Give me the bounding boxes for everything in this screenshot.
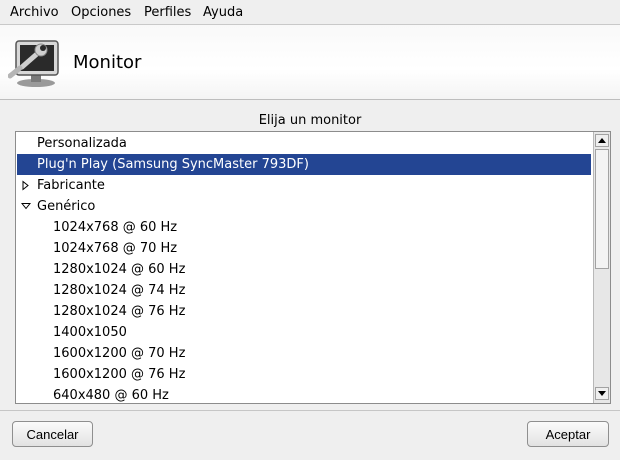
list-item[interactable]: 640x480 @ 60 Hz	[17, 385, 591, 403]
list-item[interactable]: 1600x1200 @ 70 Hz	[17, 343, 591, 364]
monitor-list[interactable]: Personalizada Plug'n Play (Samsung SyncM…	[15, 131, 611, 404]
list-item-label: 1024x768 @ 70 Hz	[53, 241, 178, 256]
list-item[interactable]: Personalizada	[17, 133, 591, 154]
page-title: Monitor	[73, 52, 142, 73]
list-item-label: 1280x1024 @ 74 Hz	[53, 283, 186, 298]
arrow-down-icon	[598, 391, 606, 396]
list-item[interactable]: 1024x768 @ 70 Hz	[17, 238, 591, 259]
menu-opciones[interactable]: Opciones	[71, 4, 131, 21]
menu-bar: Archivo Opciones Perfiles Ayuda	[0, 0, 620, 25]
list-item-label: 1280x1024 @ 60 Hz	[53, 262, 186, 277]
scrollbar-thumb[interactable]	[595, 149, 609, 269]
list-item[interactable]: 1400x1050	[17, 322, 591, 343]
arrow-up-icon	[598, 138, 606, 143]
list-item-label: 1024x768 @ 60 Hz	[53, 220, 178, 235]
tree-node-generico[interactable]: Genérico	[17, 196, 591, 217]
list-item-label: 1280x1024 @ 76 Hz	[53, 304, 186, 319]
menu-ayuda[interactable]: Ayuda	[203, 4, 243, 21]
collapse-arrow-icon[interactable]	[21, 196, 31, 217]
accept-button[interactable]: Aceptar	[527, 421, 609, 447]
scroll-up-button[interactable]	[595, 134, 609, 147]
divider	[0, 410, 620, 411]
list-item-label: Genérico	[37, 199, 96, 214]
list-item-label: 1600x1200 @ 70 Hz	[53, 346, 186, 361]
list-item-label: Plug'n Play (Samsung SyncMaster 793DF)	[37, 157, 309, 172]
list-item[interactable]: 1280x1024 @ 76 Hz	[17, 301, 591, 322]
list-item[interactable]: 1600x1200 @ 76 Hz	[17, 364, 591, 385]
list-item-label: 1400x1050	[53, 325, 127, 340]
vertical-scrollbar[interactable]	[593, 132, 610, 403]
expand-arrow-icon[interactable]	[21, 175, 31, 196]
list-item-label: 1600x1200 @ 76 Hz	[53, 367, 186, 382]
monitor-wrench-icon	[8, 40, 59, 87]
list-item-selected[interactable]: Plug'n Play (Samsung SyncMaster 793DF)	[17, 154, 591, 175]
menu-perfiles[interactable]: Perfiles	[144, 4, 191, 21]
list-item-label: Personalizada	[37, 136, 127, 151]
list-item-label: Fabricante	[37, 178, 105, 193]
cancel-button[interactable]: Cancelar	[12, 421, 93, 447]
menu-archivo[interactable]: Archivo	[10, 4, 59, 21]
scroll-down-button[interactable]	[595, 387, 609, 400]
list-heading: Elija un monitor	[258, 113, 362, 128]
list-item[interactable]: 1024x768 @ 60 Hz	[17, 217, 591, 238]
tree-node-fabricante[interactable]: Fabricante	[17, 175, 591, 196]
list-item[interactable]: 1280x1024 @ 60 Hz	[17, 259, 591, 280]
page-header: Monitor	[0, 25, 620, 100]
list-item-label: 640x480 @ 60 Hz	[53, 388, 169, 403]
list-item[interactable]: 1280x1024 @ 74 Hz	[17, 280, 591, 301]
